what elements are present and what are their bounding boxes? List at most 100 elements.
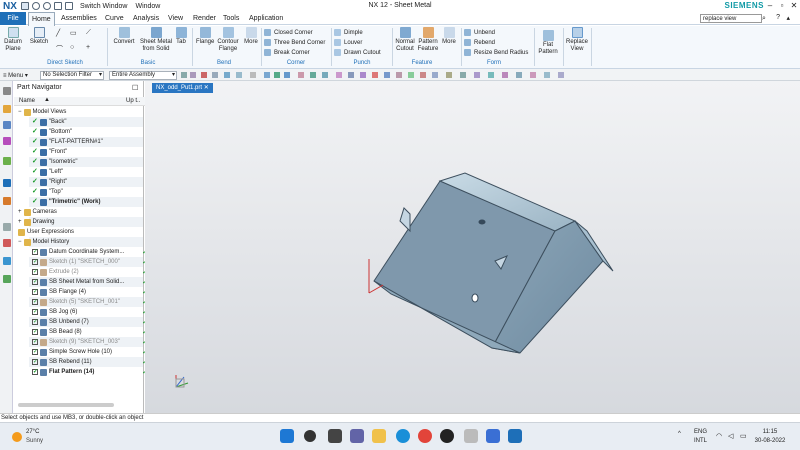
- resize-bend-radius-button[interactable]: Resize Bend Radius: [464, 48, 528, 57]
- windows-start-icon[interactable]: [280, 429, 294, 443]
- undo-icon[interactable]: [32, 2, 40, 10]
- tree-row[interactable]: Sketch (5) "SKETCH_001": [32, 297, 120, 307]
- weather-temp[interactable]: 27°C: [26, 429, 39, 435]
- tree-row[interactable]: ✓ "Right": [32, 177, 67, 187]
- teams-icon[interactable]: [350, 429, 364, 443]
- replace-view-button[interactable]: Replace View: [566, 27, 588, 53]
- point-on-curve-icon[interactable]: [372, 72, 378, 78]
- weather-text[interactable]: Sunny: [26, 438, 43, 444]
- tree-row[interactable]: ✓ "FLAT-PATTERN#1": [32, 137, 103, 147]
- tree-row[interactable]: Simple Screw Hole (10): [32, 347, 112, 357]
- system-scenes-icon[interactable]: [3, 275, 11, 283]
- process-studio-icon[interactable]: [3, 239, 11, 247]
- tree-row[interactable]: ✓ "Bottom": [32, 127, 72, 137]
- tree-row[interactable]: ✓ "Isometric": [32, 157, 77, 167]
- fit-icon[interactable]: [250, 72, 256, 78]
- flange-button[interactable]: Flange: [196, 27, 214, 46]
- three-bend-corner-button[interactable]: Three Bend Corner: [264, 38, 325, 47]
- expand-toggle-icon[interactable]: −: [18, 237, 22, 247]
- tab-feature-button[interactable]: Tab: [174, 27, 188, 46]
- closed-corner-button[interactable]: Closed Corner: [264, 28, 313, 37]
- tree-row[interactable]: Flat Pattern (14): [32, 367, 94, 377]
- feature-checkbox[interactable]: [32, 277, 38, 287]
- grid-icon[interactable]: [408, 72, 414, 78]
- tab-curve[interactable]: Curve: [102, 12, 127, 25]
- normal-cutout-button[interactable]: Normal Cutout: [395, 27, 415, 53]
- whole-icon[interactable]: [516, 72, 522, 78]
- flat-pattern-button[interactable]: Flat Pattern: [537, 30, 559, 56]
- unbend-button[interactable]: Unbend: [464, 28, 495, 37]
- end-point-icon[interactable]: [310, 72, 316, 78]
- snap-icon[interactable]: [181, 72, 187, 78]
- tree-row[interactable]: Datum Coordinate System...: [32, 247, 124, 257]
- control-point-icon[interactable]: [432, 72, 438, 78]
- rotate-icon[interactable]: [236, 72, 242, 78]
- filter-icon[interactable]: [212, 72, 218, 78]
- tree-row[interactable]: Extrude (2): [32, 267, 79, 277]
- reuse-library-icon[interactable]: [3, 157, 11, 165]
- system-materials-icon[interactable]: [3, 223, 11, 231]
- switch-window-button[interactable]: Switch Window: [80, 3, 127, 10]
- line-icon[interactable]: ╱: [56, 29, 60, 37]
- point-on-face-icon[interactable]: [384, 72, 390, 78]
- nx-app-icon[interactable]: [508, 429, 522, 443]
- feature-checkbox[interactable]: [32, 357, 38, 367]
- drawn-cutout-button[interactable]: Drawn Cutout: [334, 48, 381, 57]
- feature-checkbox[interactable]: [32, 327, 38, 337]
- app-icon[interactable]: [464, 429, 478, 443]
- feature-checkbox[interactable]: [32, 247, 38, 257]
- angle-icon[interactable]: [460, 72, 466, 78]
- tab-view[interactable]: View: [165, 12, 186, 25]
- rebend-button[interactable]: Rebend: [464, 38, 495, 47]
- command-search-input[interactable]: replace view: [700, 14, 762, 23]
- tree-row[interactable]: SB Bead (8): [32, 327, 82, 337]
- break-corner-button[interactable]: Break Corner: [264, 48, 310, 57]
- column-up-to-date[interactable]: Up t..: [126, 98, 140, 104]
- arc-center-icon[interactable]: [420, 72, 426, 78]
- part-navigator-icon[interactable]: [3, 137, 11, 145]
- column-name[interactable]: Name: [19, 98, 35, 104]
- web-browser-icon[interactable]: [3, 179, 11, 187]
- tab-home[interactable]: Home: [28, 12, 55, 26]
- task-view-icon[interactable]: [328, 429, 342, 443]
- graphics-window[interactable]: NX_odd_Put1.prt ✕: [145, 81, 800, 413]
- more-bend-button[interactable]: More: [243, 27, 259, 46]
- feature-checkbox[interactable]: [32, 337, 38, 347]
- profile-icon[interactable]: ⟋: [86, 29, 91, 37]
- feature-checkbox[interactable]: [32, 257, 38, 267]
- existing-point-icon[interactable]: [396, 72, 402, 78]
- tree-row[interactable]: ✓ "Back": [32, 117, 66, 127]
- tree-row[interactable]: SB Sheet Metal from Solid...: [32, 277, 124, 287]
- help-icon[interactable]: ?: [776, 14, 780, 21]
- deselect-icon[interactable]: [201, 72, 207, 78]
- louver-button[interactable]: Louver: [334, 38, 362, 47]
- redo-icon[interactable]: [43, 2, 51, 10]
- keyboard-indicator[interactable]: INTL: [694, 438, 707, 444]
- feature-checkbox[interactable]: [32, 347, 38, 357]
- selection-scope-dropdown[interactable]: Entire Assembly: [109, 71, 177, 80]
- feature-checkbox[interactable]: [32, 297, 38, 307]
- gear-icon[interactable]: [3, 87, 11, 95]
- tree-row[interactable]: Sketch (1) "SKETCH_000": [32, 257, 120, 267]
- dimple-button[interactable]: Dimple: [334, 28, 363, 37]
- more-feature-button[interactable]: More: [441, 27, 457, 46]
- assembly-navigator-icon[interactable]: [3, 105, 11, 113]
- dell-icon[interactable]: [440, 429, 454, 443]
- shaded-icon[interactable]: [264, 72, 270, 78]
- tree-row[interactable]: User Expressions: [18, 227, 74, 237]
- battery-icon[interactable]: ▭: [740, 432, 747, 440]
- edge-icon[interactable]: [396, 429, 410, 443]
- layer-icon[interactable]: [544, 72, 550, 78]
- tree-row[interactable]: + Cameras: [18, 207, 57, 217]
- volume-icon[interactable]: ◁: [728, 432, 733, 440]
- tab-application[interactable]: Application: [246, 12, 286, 25]
- maximize-button[interactable]: ▫: [776, 0, 788, 12]
- paste-icon[interactable]: [65, 2, 73, 10]
- feature-checkbox[interactable]: [32, 367, 38, 377]
- tree-row[interactable]: Sketch (9) "SKETCH_003": [32, 337, 120, 347]
- tray-chevron-icon[interactable]: ^: [678, 431, 681, 437]
- rectangle-icon[interactable]: ▭: [70, 29, 77, 37]
- datum-plane-button[interactable]: Datum Plane: [3, 27, 23, 53]
- search-icon[interactable]: ⌕: [762, 14, 769, 23]
- tree-row[interactable]: SB Rebend (11): [32, 357, 92, 367]
